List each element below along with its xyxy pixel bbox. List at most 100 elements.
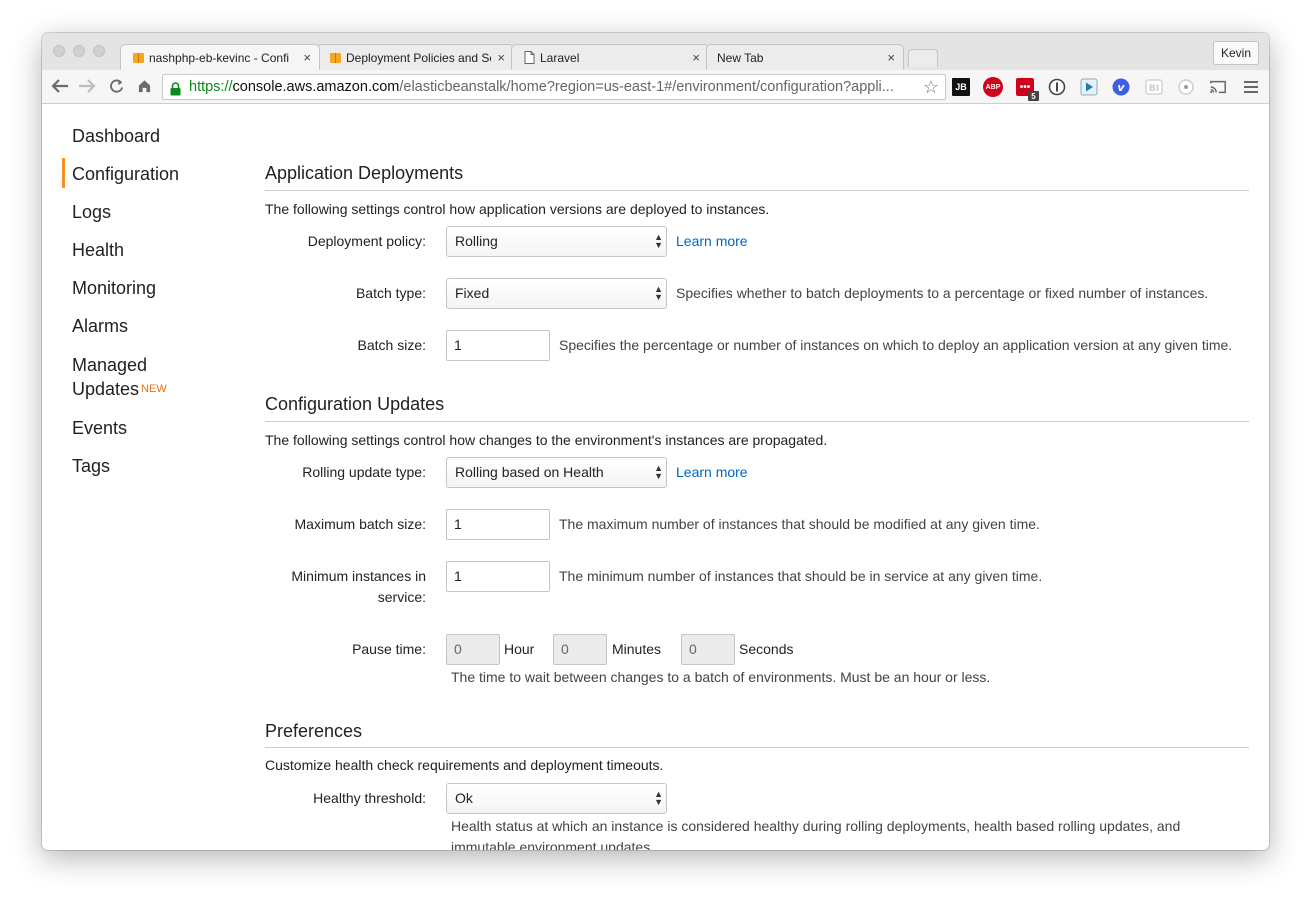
deployment-policy-select[interactable]: Rolling ▲ ▼ (446, 226, 667, 257)
pause-time-label: Pause time: (352, 641, 426, 657)
new-badge: NEW (141, 383, 167, 395)
section-description: The following settings control how appli… (265, 201, 770, 217)
sidebar-item-managed-updates[interactable]: Managed Updates NEW (72, 353, 167, 401)
active-nav-indicator (62, 158, 65, 188)
pause-time-help: The time to wait between changes to a ba… (451, 669, 991, 685)
healthy-threshold-help: Health status at which an instance is co… (451, 816, 1180, 850)
sidebar-item-label: Updates (72, 379, 140, 399)
min-instances-help: The minimum number of instances that sho… (559, 568, 1043, 584)
pause-hour-input[interactable]: 0 (446, 634, 500, 665)
select-arrows-icon: ▲ ▼ (654, 232, 663, 250)
reload-icon[interactable] (105, 75, 127, 97)
aws-box-icon (328, 51, 342, 65)
vimeo-extension-icon[interactable]: v (1112, 78, 1130, 96)
section-title-preferences: Preferences (265, 721, 363, 741)
cast-icon[interactable] (1209, 78, 1227, 96)
section-title-updates: Configuration Updates (265, 394, 445, 414)
section-description: The following settings control how chang… (265, 432, 828, 448)
section-divider (265, 190, 1249, 191)
jetbrains-extension-icon[interactable]: JB (952, 78, 970, 96)
menu-icon[interactable] (1242, 78, 1260, 96)
url-text: https://console.aws.amazon.com/elasticbe… (189, 75, 894, 99)
help-line: immutable environment updates. (451, 839, 655, 850)
rolling-update-type-select[interactable]: Rolling based on Health ▲ ▼ (446, 457, 667, 488)
aws-box-icon (131, 51, 145, 65)
healthy-threshold-select[interactable]: Ok ▲ ▼ (446, 783, 667, 814)
select-value: Rolling (455, 233, 498, 249)
tab-close-icon[interactable]: × (887, 50, 895, 65)
section-divider (265, 421, 1249, 422)
tab-close-icon[interactable]: × (303, 50, 311, 65)
svg-text:BI: BI (1149, 84, 1159, 94)
sidebar-item-health[interactable]: Health (72, 238, 124, 262)
select-arrows-icon: ▲ ▼ (654, 789, 663, 807)
section-title-deployments: Application Deployments (265, 163, 464, 183)
minimize-window-button[interactable] (73, 45, 85, 57)
sidebar-item-configuration[interactable]: Configuration (72, 162, 179, 186)
sidebar-item-logs[interactable]: Logs (72, 200, 111, 224)
sidebar-item-tags[interactable]: Tags (72, 454, 110, 478)
batch-size-input[interactable]: 1 (446, 330, 550, 361)
onepassword-extension-icon[interactable] (1048, 78, 1066, 96)
tab-title: New Tab (717, 50, 764, 65)
learn-more-link[interactable]: Learn more (676, 233, 748, 249)
record-extension-icon[interactable] (1177, 78, 1195, 96)
tab-strip: nashphp-eb-kevinc - Confi × Deployment P… (42, 33, 1269, 70)
tab-deployment-policies[interactable]: Deployment Policies and Se × (317, 44, 514, 70)
sidebar-item-alarms[interactable]: Alarms (72, 314, 128, 338)
close-window-button[interactable] (53, 45, 65, 57)
select-arrows-icon: ▲ ▼ (654, 463, 663, 481)
select-arrows-icon: ▲ ▼ (654, 284, 663, 302)
label-line: Minimum instances in (291, 568, 426, 584)
tab-nashphp-config[interactable]: nashphp-eb-kevinc - Confi × (120, 44, 320, 70)
select-value: Rolling based on Health (455, 464, 604, 480)
pause-minutes-input[interactable]: 0 (553, 634, 607, 665)
zoom-window-button[interactable] (93, 45, 105, 57)
tab-close-icon[interactable]: × (692, 50, 700, 65)
bi-extension-icon[interactable]: BI (1145, 78, 1163, 96)
pause-hour-unit: Hour (504, 641, 535, 657)
forward-arrow-icon[interactable] (76, 75, 98, 97)
bookmark-star-icon[interactable]: ☆ (923, 75, 939, 99)
pause-minutes-unit: Minutes (612, 641, 662, 657)
url-scheme: https:// (189, 79, 233, 95)
sidebar-item-dashboard[interactable]: Dashboard (72, 124, 160, 148)
min-instances-label: Minimum instances in service: (126, 566, 426, 608)
learn-more-link[interactable]: Learn more (676, 464, 748, 480)
batch-type-label: Batch type: (355, 285, 426, 301)
rolling-update-type-label: Rolling update type: (302, 464, 426, 480)
tab-new-tab[interactable]: New Tab × (706, 44, 904, 70)
play-extension-icon[interactable] (1080, 78, 1098, 96)
url-path: /elasticbeanstalk/home?region=us-east-1#… (399, 79, 894, 95)
batch-size-label: Batch size: (357, 337, 426, 353)
svg-text:v: v (1117, 81, 1125, 94)
max-batch-size-help: The maximum number of instances that sho… (559, 516, 1040, 532)
select-value: Ok (455, 790, 473, 806)
address-bar[interactable]: https://console.aws.amazon.com/elasticbe… (162, 74, 946, 100)
tab-close-icon[interactable]: × (497, 50, 505, 65)
back-arrow-icon[interactable] (49, 75, 71, 97)
tab-title: Laravel (540, 50, 580, 65)
browser-toolbar: https://console.aws.amazon.com/elasticbe… (42, 70, 1269, 104)
select-value: Fixed (455, 285, 490, 301)
profile-button[interactable]: Kevin (1212, 41, 1259, 65)
max-batch-size-label: Maximum batch size: (294, 516, 426, 532)
max-batch-size-input[interactable]: 1 (446, 509, 550, 540)
pause-seconds-unit: Seconds (739, 641, 794, 657)
sidebar-item-events[interactable]: Events (72, 416, 127, 440)
section-divider (265, 747, 1249, 748)
batch-type-select[interactable]: Fixed ▲ ▼ (446, 278, 667, 309)
page-icon (522, 51, 536, 65)
tab-title: Deployment Policies and Se (346, 50, 492, 65)
lock-icon (170, 80, 181, 104)
min-instances-input[interactable]: 1 (446, 561, 550, 592)
section-description: Customize health check requirements and … (265, 757, 664, 773)
adblock-extension-icon[interactable]: ABP (983, 77, 1003, 97)
url-host: console.aws.amazon.com (232, 79, 400, 95)
new-tab-button[interactable] (908, 49, 938, 67)
deployment-policy-label: Deployment policy: (307, 233, 426, 249)
home-icon[interactable] (133, 75, 155, 97)
tab-laravel[interactable]: Laravel × (511, 44, 709, 70)
healthy-threshold-label: Healthy threshold: (313, 790, 426, 806)
pause-seconds-input[interactable]: 0 (681, 634, 735, 665)
